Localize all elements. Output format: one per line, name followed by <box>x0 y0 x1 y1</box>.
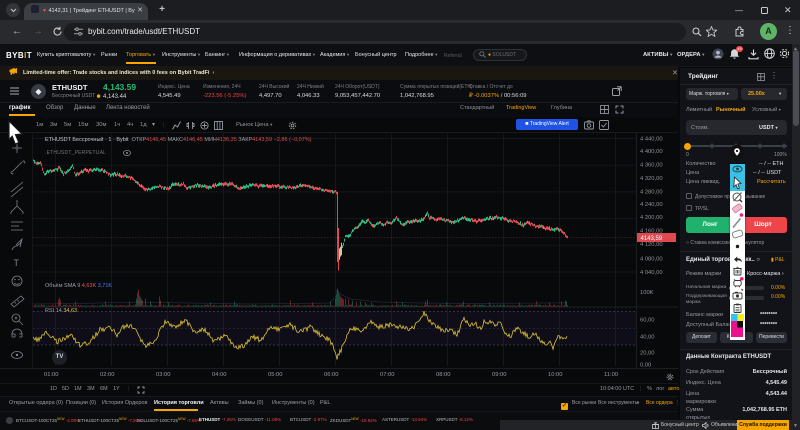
svg-text:4 360,00: 4 360,00 <box>640 163 663 169</box>
svg-text:4 120,00: 4 120,00 <box>640 242 663 248</box>
svg-text:20,00: 20,00 <box>640 351 655 357</box>
svg-text:4 440,00: 4 440,00 <box>640 136 663 142</box>
svg-text:4 080,00: 4 080,00 <box>640 256 663 262</box>
svg-text:40,00: 40,00 <box>640 335 655 341</box>
svg-text:T: T <box>14 258 20 268</box>
svg-text:4 400,00: 4 400,00 <box>640 149 663 155</box>
svg-text:4 040,00: 4 040,00 <box>640 270 663 276</box>
svg-text:100K: 100K <box>640 290 654 296</box>
svg-text:4 320,00: 4 320,00 <box>640 176 663 182</box>
svg-text:4 280,00: 4 280,00 <box>640 189 663 195</box>
svg-text:60,00: 60,00 <box>640 318 655 324</box>
svg-text:4 240,00: 4 240,00 <box>640 202 663 208</box>
svg-text:4 200,00: 4 200,00 <box>640 215 663 221</box>
svg-text:4143,59: 4143,59 <box>641 236 663 242</box>
